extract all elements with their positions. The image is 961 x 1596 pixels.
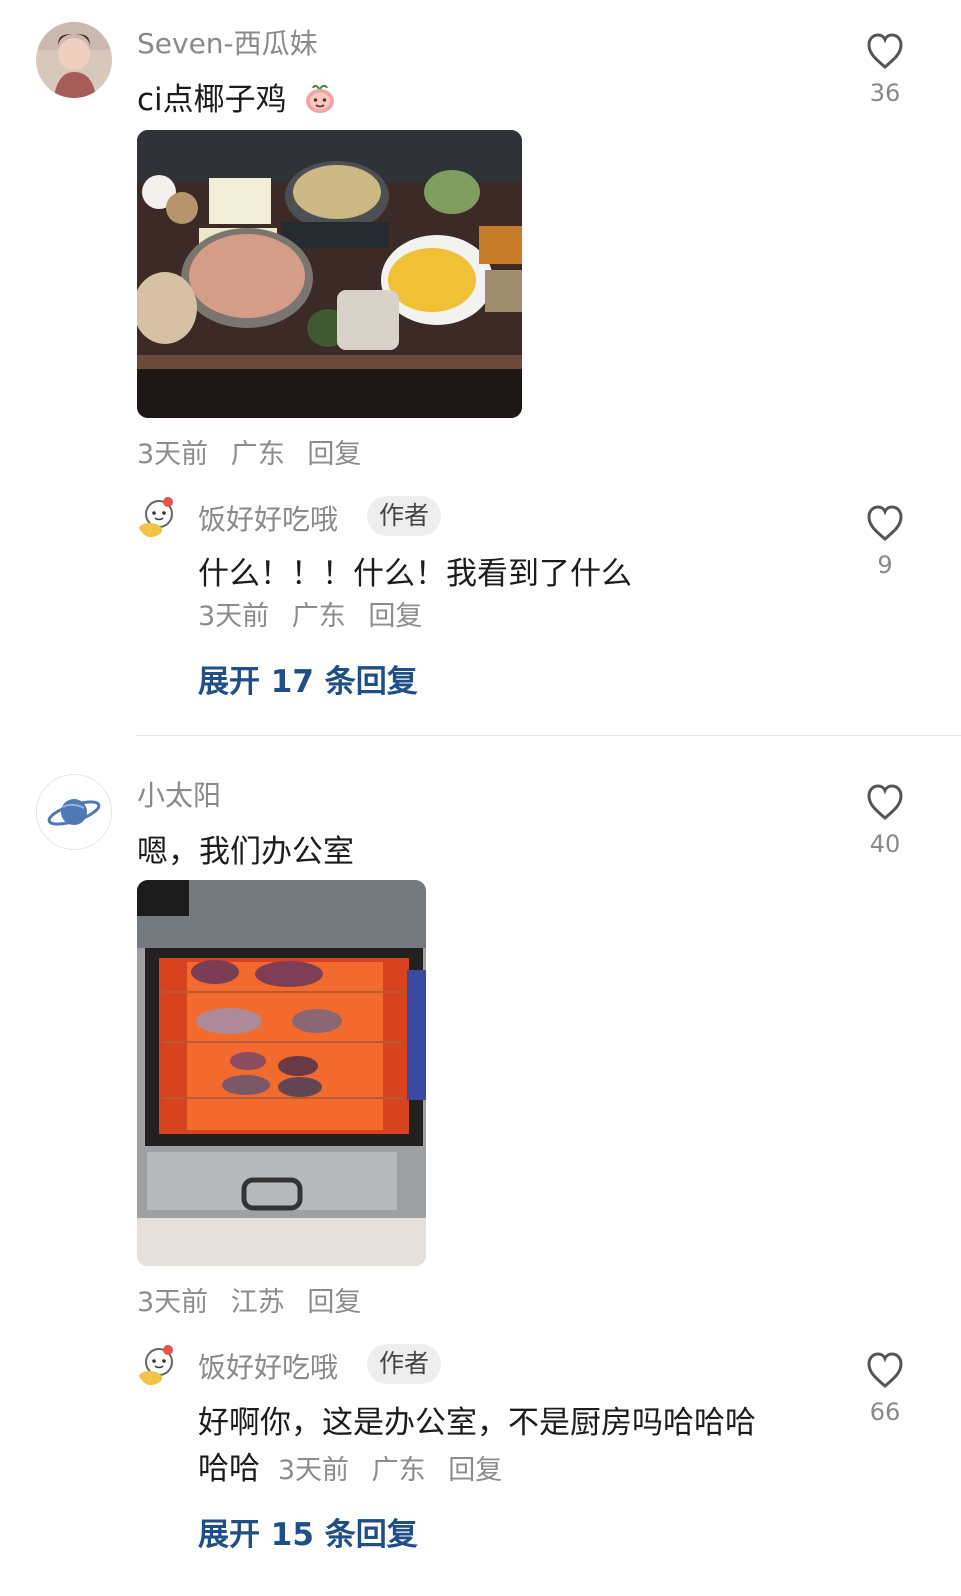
sheep-avatar-icon bbox=[136, 494, 182, 540]
reply-avatar[interactable] bbox=[136, 494, 182, 540]
comment-divider bbox=[136, 735, 961, 736]
comment-time: 3天前 bbox=[137, 439, 209, 470]
planet-avatar-icon bbox=[37, 775, 111, 849]
author-badge: 作者 bbox=[367, 496, 442, 536]
reply-text: 什么！！！什么！我看到了什么 bbox=[198, 556, 632, 592]
comment-reply-link[interactable]: 回复 bbox=[307, 439, 361, 470]
heart-icon bbox=[867, 784, 903, 820]
heart-icon bbox=[867, 505, 903, 541]
author-badge: 作者 bbox=[367, 1344, 442, 1384]
user-avatar[interactable] bbox=[36, 774, 112, 850]
heart-icon bbox=[867, 33, 903, 69]
comment-location: 江苏 bbox=[230, 1287, 285, 1318]
sweet-potato-oven-photo bbox=[137, 880, 426, 1266]
comment-text: 嗯，我们办公室 bbox=[137, 834, 354, 870]
reply-like-button[interactable]: 66 bbox=[854, 1350, 916, 1426]
sheep-avatar-icon bbox=[136, 1342, 182, 1388]
reply-avatar[interactable] bbox=[136, 1342, 182, 1388]
expand-replies-button[interactable]: 展开 15 条回复 bbox=[198, 1509, 418, 1554]
comment-reply-link[interactable]: 回复 bbox=[307, 1287, 361, 1318]
comment-username[interactable]: 小太阳 bbox=[137, 774, 221, 814]
like-count: 40 bbox=[869, 830, 901, 858]
like-count: 36 bbox=[869, 79, 901, 107]
reply-username[interactable]: 饭好好吃哦 bbox=[198, 1346, 338, 1386]
reply-time: 3天前 bbox=[198, 601, 270, 632]
comment-username[interactable]: Seven-西瓜妹 bbox=[137, 22, 318, 62]
comment-image[interactable] bbox=[137, 130, 522, 418]
reply-meta: 3天前 广东 回复 bbox=[278, 1455, 516, 1486]
reply-location: 广东 bbox=[291, 601, 346, 632]
comment-location: 广东 bbox=[230, 439, 285, 470]
comment-meta: 3天前 广东 回复 bbox=[137, 432, 375, 471]
reply-username[interactable]: 饭好好吃哦 bbox=[198, 498, 338, 538]
reply-text-line2-container: 哈哈 3天前 广东 回复 bbox=[198, 1443, 516, 1488]
expand-replies-button[interactable]: 展开 17 条回复 bbox=[198, 656, 418, 701]
reply-text-line2: 哈哈 bbox=[198, 1451, 260, 1487]
reply-reply-link[interactable]: 回复 bbox=[448, 1455, 502, 1486]
comment-meta: 3天前 江苏 回复 bbox=[137, 1280, 375, 1319]
comment-time: 3天前 bbox=[137, 1287, 209, 1318]
like-button[interactable]: 36 bbox=[854, 31, 916, 107]
heart-icon bbox=[867, 1352, 903, 1388]
comment-image[interactable] bbox=[137, 880, 426, 1266]
reply-like-button[interactable]: 9 bbox=[854, 503, 916, 579]
hotpot-table-photo bbox=[137, 130, 522, 418]
reply-reply-link[interactable]: 回复 bbox=[368, 601, 422, 632]
reply-like-count: 66 bbox=[869, 1398, 901, 1426]
reply-location: 广东 bbox=[371, 1455, 426, 1486]
comment-text-content: ci点椰子鸡 bbox=[137, 82, 287, 118]
reply-meta: 3天前 广东 回复 bbox=[198, 594, 436, 633]
reply-time: 3天前 bbox=[277, 1455, 350, 1486]
reply-like-count: 9 bbox=[877, 551, 893, 579]
reply-text-line1: 好啊你，这是办公室，不是厨房吗哈哈哈 bbox=[198, 1405, 756, 1441]
peach-face-emoji-icon bbox=[303, 82, 337, 116]
comment-text: ci点椰子鸡 bbox=[137, 74, 337, 119]
user-avatar[interactable] bbox=[36, 22, 112, 98]
like-button[interactable]: 40 bbox=[854, 782, 916, 858]
avatar-photo-icon bbox=[36, 22, 112, 98]
